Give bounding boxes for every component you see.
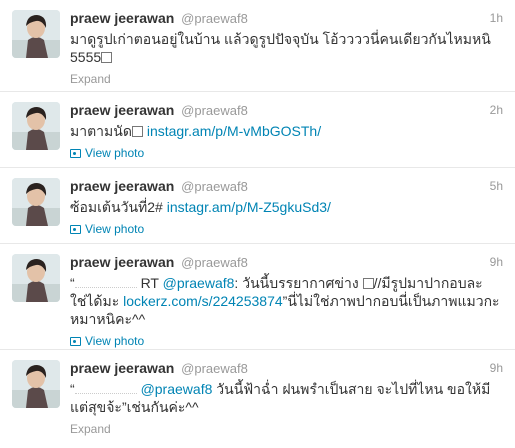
tweet[interactable]: praew jeerawan @praewaf8 9h “ RT @praewa… (0, 244, 515, 350)
tweet-text: “ RT @praewaf8: วันนี้บรรยากาศข่าง //มีร… (70, 275, 500, 327)
author-handle[interactable]: @praewaf8 (181, 11, 248, 26)
tweet-text: มาดูรูปเก่าตอนอยู่ในบ้าน แล้วดูรูปปัจจุบ… (70, 31, 491, 65)
view-photo-link[interactable]: View photo (70, 221, 503, 237)
view-photo-link[interactable]: View photo (70, 145, 503, 161)
unknown-glyph (362, 278, 374, 289)
mention-link[interactable]: @praewaf8 (141, 381, 213, 397)
mention-link[interactable]: @praewaf8 (163, 275, 235, 291)
expand-link[interactable]: Expand (70, 421, 503, 437)
author-name[interactable]: praew jeerawan (70, 254, 174, 270)
timestamp[interactable]: 1h (490, 9, 503, 27)
timestamp[interactable]: 5h (490, 177, 503, 195)
tweet[interactable]: praew jeerawan @praewaf8 2h มาตามนัด ins… (0, 92, 515, 168)
timestamp[interactable]: 9h (490, 253, 503, 271)
avatar[interactable] (12, 10, 60, 58)
view-photo-link[interactable]: View photo (70, 333, 503, 349)
author-name[interactable]: praew jeerawan (70, 178, 174, 194)
unknown-glyph (101, 52, 113, 63)
hidden-name (74, 277, 137, 288)
tweet[interactable]: praew jeerawan @praewaf8 5h ซ้อมเต้นวันท… (0, 168, 515, 244)
tweet-text: “ @praewaf8 วันนี้ฟ้าฉ่ำ ฝนพรำเป็นสาย จะ… (70, 381, 491, 415)
avatar[interactable] (12, 102, 60, 150)
author-name[interactable]: praew jeerawan (70, 360, 174, 376)
tweet-text: ซ้อมเต้นวันที่2# instagr.am/p/M-Z5gkuSd3… (70, 199, 331, 215)
author-handle[interactable]: @praewaf8 (181, 361, 248, 376)
photo-icon (70, 337, 81, 346)
hidden-name (74, 383, 137, 394)
avatar[interactable] (12, 178, 60, 226)
avatar[interactable] (12, 360, 60, 408)
unknown-glyph (131, 126, 143, 137)
photo-icon (70, 225, 81, 234)
tweet[interactable]: praew jeerawan @praewaf8 9h “ @praewaf8 … (0, 350, 515, 448)
author-name[interactable]: praew jeerawan (70, 10, 174, 26)
avatar[interactable] (12, 254, 60, 302)
author-name[interactable]: praew jeerawan (70, 102, 174, 118)
author-handle[interactable]: @praewaf8 (181, 103, 248, 118)
tweet-feed: praew jeerawan @praewaf8 1h มาดูรูปเก่าต… (0, 0, 515, 448)
instagram-link[interactable]: instagr.am/p/M-Z5gkuSd3/ (167, 199, 331, 215)
photo-icon (70, 149, 81, 158)
timestamp[interactable]: 9h (490, 359, 503, 377)
lockerz-link[interactable]: lockerz.com/s/224253874 (123, 293, 283, 309)
tweet[interactable]: praew jeerawan @praewaf8 1h มาดูรูปเก่าต… (0, 0, 515, 92)
instagram-link[interactable]: instagr.am/p/M-vMbGOSTh/ (147, 123, 321, 139)
timestamp[interactable]: 2h (490, 101, 503, 119)
author-handle[interactable]: @praewaf8 (181, 179, 248, 194)
expand-link[interactable]: Expand (70, 71, 503, 87)
tweet-text: มาตามนัด instagr.am/p/M-vMbGOSTh/ (70, 123, 322, 139)
author-handle[interactable]: @praewaf8 (181, 255, 248, 270)
